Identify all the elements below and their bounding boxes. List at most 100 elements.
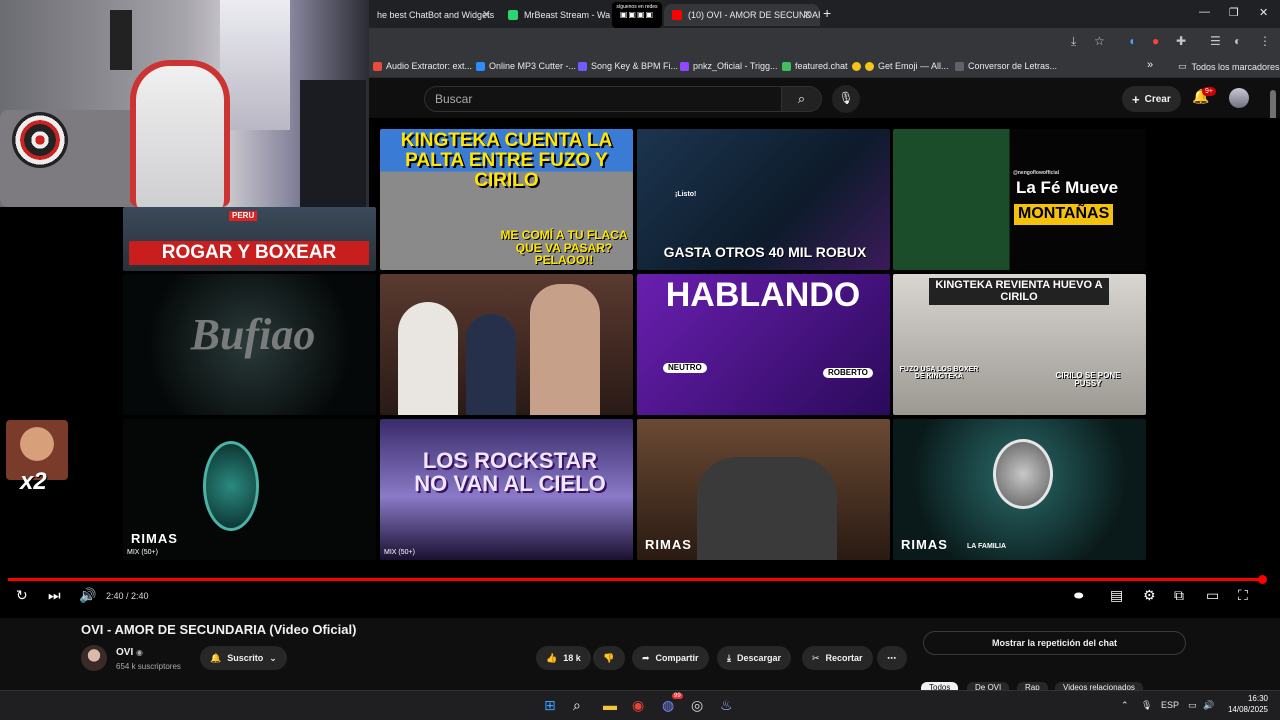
bookmark-audio-extractor[interactable]: Audio Extractor: ext... <box>373 61 472 71</box>
speaker-icon[interactable]: 🔊 <box>1203 700 1214 711</box>
thumbnail-person <box>466 314 516 415</box>
microphone-tray-icon[interactable]: 🎙 <box>1141 700 1152 711</box>
windows-start-icon[interactable]: ⊞ <box>544 697 556 714</box>
webcam-overlay <box>0 0 369 207</box>
thumbs-up-icon: 👍 <box>546 652 558 663</box>
bookmark-star-icon[interactable]: ☆ <box>1094 34 1105 48</box>
search-input[interactable]: Buscar <box>424 86 782 112</box>
endscreen-video[interactable]: Bufiao <box>123 274 376 415</box>
taskbar-search-icon[interactable]: ⌕ <box>573 697 581 714</box>
new-tab-icon[interactable]: + <box>823 5 831 21</box>
more-actions-button[interactable]: ⋯ <box>877 646 907 670</box>
bookmark-favicon-icon <box>782 61 791 71</box>
search-icon[interactable]: ⌕ <box>782 86 822 112</box>
extension-record-icon[interactable]: ● <box>1152 34 1159 48</box>
channel-name[interactable]: OVI ◉ <box>116 647 143 658</box>
endscreen-video[interactable]: ¡Listo! GASTA OTROS 40 MIL ROBUX <box>637 129 890 270</box>
bookmark-favicon-icon <box>578 61 587 71</box>
chat-replay-button[interactable]: Mostrar la repetición del chat <box>923 631 1186 655</box>
tab-mrbeast[interactable]: MrBeast Stream - Wa <box>500 4 612 26</box>
endscreen-video[interactable]: @nengoflowofficial La Fé Mueve MONTAÑAS <box>893 129 1146 270</box>
bookmark-pnkz[interactable]: pnkz_Oficial - Trigg... <box>680 61 778 71</box>
dislike-button[interactable]: 👎 <box>593 646 625 670</box>
download-button[interactable]: ⤓ Descargar <box>717 646 792 670</box>
endscreen-video[interactable]: RIMAS MIX (50+) <box>123 419 376 560</box>
bell-icon: 🔔 <box>210 652 222 663</box>
subscribed-button[interactable]: 🔔 Suscrito ⌄ <box>200 646 287 670</box>
bookmarks-more[interactable]: » <box>1147 59 1153 71</box>
extensions-puzzle-icon[interactable]: ✚ <box>1176 34 1186 48</box>
share-button[interactable]: ➦ Compartir <box>632 646 709 670</box>
endscreen-video[interactable] <box>380 274 633 415</box>
install-app-icon[interactable]: ⤓ <box>1071 34 1076 49</box>
microphone-icon[interactable]: 🎙 <box>832 85 860 113</box>
endscreen-video[interactable]: KINGTEKA REVIENTA HUEVO A CIRILO FUZO US… <box>893 274 1146 415</box>
minimize-icon[interactable]: — <box>1199 6 1210 18</box>
social-icons: ▣▣▣▣ <box>619 10 655 19</box>
discord-badge: 99 <box>672 693 683 699</box>
discord-icon[interactable]: ◍ <box>662 697 674 714</box>
theater-mode-icon[interactable]: ▭ <box>1206 587 1219 604</box>
tab-chatbot[interactable]: he best ChatBot and Widgets ✕ <box>369 4 499 26</box>
like-button[interactable]: 👍 18 k <box>536 646 591 670</box>
settings-gear-icon[interactable]: ⚙ <box>1143 587 1156 604</box>
network-icon[interactable]: ▭ <box>1188 700 1197 711</box>
webcam-window <box>220 0 290 130</box>
steam-icon[interactable]: ♨ <box>720 697 733 714</box>
taskbar-clock[interactable]: 16:30 14/08/2025 <box>1222 694 1268 716</box>
endscreen-video[interactable]: KINGTEKA CUENTA LA PALTA ENTRE FUZO Y CI… <box>380 129 633 270</box>
close-icon[interactable]: ✕ <box>482 8 491 21</box>
bookmarks-all-folder[interactable]: ▭ Todos los marcadores <box>1178 61 1280 72</box>
endscreen-video[interactable]: LOS ROCKSTAR NO VAN AL CIELO MIX (50+) <box>380 419 633 560</box>
profile-icon[interactable]: ◐ <box>1234 34 1241 48</box>
channel-avatar[interactable] <box>81 645 107 671</box>
restore-icon[interactable]: ❐ <box>1229 6 1239 19</box>
autoplay-toggle-icon[interactable]: ⬬ <box>1074 590 1083 603</box>
window-close-icon[interactable]: ✕ <box>1259 6 1268 19</box>
dartboard-icon <box>12 112 68 168</box>
youtube-icon <box>672 10 682 20</box>
share-icon: ➦ <box>642 652 650 663</box>
webcam-shelf <box>110 10 132 70</box>
bookmark-favicon-icon <box>476 61 485 71</box>
chrome-icon[interactable]: ◉ <box>632 697 644 714</box>
menu-dots-icon[interactable]: ⋮ <box>1259 34 1271 48</box>
subscriber-count: 654 k suscriptores <box>116 662 181 671</box>
endscreen-video[interactable]: RIMAS LA FAMILIA <box>893 419 1146 560</box>
file-explorer-icon[interactable]: ▬ <box>603 697 617 713</box>
bookmark-song-key[interactable]: Song Key & BPM Fi... <box>578 61 678 71</box>
fullscreen-icon[interactable]: ⛶ <box>1238 587 1248 604</box>
chain-pendant-icon <box>993 439 1053 509</box>
emoji-icon <box>865 61 874 71</box>
bookmark-favicon-icon <box>955 61 964 71</box>
subtitles-icon[interactable]: ▤ <box>1110 587 1123 604</box>
obs-icon[interactable]: ◎ <box>691 697 703 714</box>
endscreen-video[interactable]: HABLANDO NEUTRO ROBERTO <box>637 274 890 415</box>
social-overlay: síguenos en redes ▣▣▣▣ <box>612 2 662 28</box>
extension-sound-icon[interactable]: ◖ <box>1128 34 1135 48</box>
language-indicator[interactable]: ESP <box>1161 700 1179 710</box>
close-icon[interactable]: ✕ <box>803 8 812 21</box>
gaming-chair <box>130 60 230 207</box>
video-title: OVI - AMOR DE SECUNDARIA (Video Oficial) <box>81 622 357 637</box>
bookmark-get-emoji[interactable]: Get Emoji — All... <box>852 61 949 71</box>
endscreen-video[interactable]: RIMAS <box>637 419 890 560</box>
account-avatar[interactable] <box>1229 88 1249 108</box>
next-icon[interactable]: ⏭ <box>48 587 61 604</box>
clip-button[interactable]: ✂ Recortar <box>802 646 873 670</box>
replay-icon[interactable]: ↻ <box>16 587 28 604</box>
reading-list-icon[interactable]: ☰ <box>1210 34 1221 48</box>
chain-pendant-icon <box>203 441 259 531</box>
create-button[interactable]: + Crear <box>1122 86 1181 112</box>
bookmark-featured-chat[interactable]: featured.chat <box>782 61 848 71</box>
bookmark-mp3-cutter[interactable]: Online MP3 Cutter -... <box>476 61 576 71</box>
volume-icon[interactable]: 🔊 <box>79 587 96 604</box>
endscreen-video[interactable]: PERU ROGAR Y BOXEAR <box>123 207 376 271</box>
screen: { "browser": { "tabs": [ {"label": "he b… <box>0 0 1280 720</box>
tab-youtube-active[interactable]: (10) OVI - AMOR DE SECUNDAR ✕ <box>664 4 820 26</box>
progress-bar[interactable] <box>8 578 1263 581</box>
miniplayer-icon[interactable]: ⧉ <box>1174 587 1184 604</box>
progress-scrubber[interactable] <box>1258 575 1267 584</box>
bookmark-conversor[interactable]: Conversor de Letras... <box>955 61 1057 71</box>
tray-chevron-icon[interactable]: ⌃ <box>1121 700 1129 711</box>
